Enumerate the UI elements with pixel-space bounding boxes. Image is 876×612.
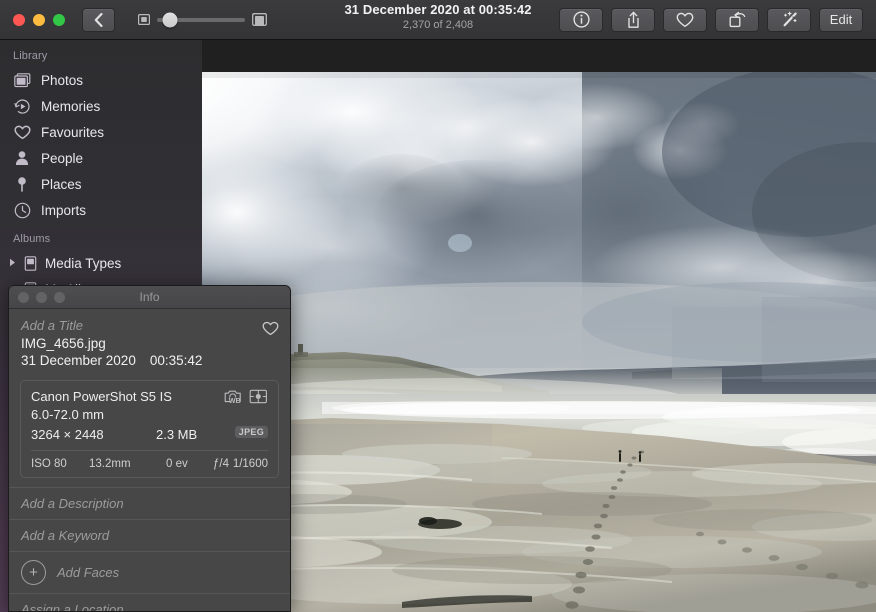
small-thumbnail-icon [138,14,150,25]
filename-label: IMG_4656.jpg [21,336,106,351]
sidebar-item-favourites[interactable]: Favourites [0,119,202,145]
window-controls [13,13,65,26]
minimise-button[interactable] [33,13,45,26]
heart-icon [676,12,694,27]
sidebar-item-photos[interactable]: Photos [0,67,202,93]
zoom-button[interactable] [53,13,65,26]
beach-photograph [202,72,876,612]
white-balance-camera-icon: WB [224,390,241,405]
exif-dimensions-row: 3264 × 2448 2.3 MB JPEG [31,425,268,443]
exposure-metering-icon [249,389,267,404]
photo-image[interactable] [202,72,876,612]
sidebar-item-label: Places [41,176,82,192]
svg-text:WB: WB [229,396,241,405]
info-icon [572,11,590,28]
back-button[interactable] [82,7,115,32]
memories-play-icon [13,97,31,115]
share-icon [627,11,639,28]
title-input[interactable]: Add a Title [21,318,278,333]
add-faces-label: Add Faces [57,565,120,580]
sidebar-item-label: Favourites [41,124,105,140]
auto-enhance-button[interactable] [767,7,811,32]
info-window: Info Add a Title IMG_4656.jpg 31 Decembe… [8,285,291,612]
shutter-speed-value: 1/1600 [232,458,268,470]
edit-button-label: Edit [829,12,853,27]
file-size: 2.3 MB [156,426,198,442]
rotate-icon [729,11,745,28]
info-window-title: Info [139,290,160,304]
sidebar-section-albums: Albums [13,233,51,245]
magic-wand-icon [783,11,797,26]
slider-knob[interactable] [162,12,178,27]
toolbar-actions: Edit [559,7,863,32]
sidebar-item-imports[interactable]: Imports [0,197,202,223]
capture-datetime: 31 December 2020 00:35:42 [21,353,278,368]
favourite-toggle[interactable] [262,321,279,341]
sidebar-item-label: Imports [41,202,87,218]
sidebar-item-label: Memories [41,98,101,114]
share-button[interactable] [611,7,655,32]
capture-time: 00:35:42 [149,353,203,368]
album-icon [21,254,39,272]
sidebar-item-label: Media Types [45,255,122,271]
sidebar-item-places[interactable]: Places [0,171,202,197]
sidebar-section-library: Library [13,50,48,62]
aperture-value: ƒ/4 [213,458,229,470]
rotate-button[interactable] [715,7,759,32]
location-input[interactable]: Assign a Location [9,593,290,611]
map-pin-icon [13,175,31,193]
lens-focal-range: 6.0-72.0 mm [31,407,104,422]
photos-app-window: 31 December 2020 at 00:35:42 2,370 of 2,… [0,0,876,612]
plus-circle-icon: + [21,560,46,585]
info-button[interactable] [559,7,603,32]
keyword-input[interactable]: Add a Keyword [9,519,290,551]
info-header: Add a Title IMG_4656.jpg 31 December 202… [9,309,290,376]
chevron-left-icon [94,12,103,27]
exif-settings-row: ISO 80 13.2mm 0 ev ƒ/4 1/1600 [31,451,268,477]
sidebar-item-label: People [41,150,84,166]
photo-viewer [202,40,876,612]
person-icon [13,149,31,167]
photos-stack-icon [13,71,31,89]
info-window-titlebar[interactable]: Info [9,286,290,309]
exposure-bias-value: 0 ev [166,458,188,470]
format-badge: JPEG [234,426,268,438]
sidebar-item-people[interactable]: People [0,145,202,171]
sidebar-item-media-types[interactable]: Media Types [0,250,202,276]
capture-date: 31 December 2020 [21,353,136,368]
sidebar-item-label: Photos [41,72,84,88]
disclosure-triangle-collapsed-icon[interactable] [9,258,18,269]
heart-icon [13,123,31,141]
add-faces-row[interactable]: + Add Faces [9,551,290,593]
close-button[interactable] [13,13,25,26]
edit-button[interactable]: Edit [819,7,863,32]
focal-length-value: 13.2mm [89,458,131,470]
exif-card: Canon PowerShot S5 IS WB 6.0-72.0 mm 326… [20,380,279,478]
toolbar: 31 December 2020 at 00:35:42 2,370 of 2,… [0,0,876,40]
heart-icon [262,321,279,336]
description-input[interactable]: Add a Description [9,487,290,519]
slider-track[interactable] [157,12,245,27]
image-dimensions: 3264 × 2448 [31,426,104,442]
clock-icon [13,201,31,219]
sidebar-item-memories[interactable]: Memories [0,93,202,119]
favourite-button[interactable] [663,7,707,32]
iso-value: ISO 80 [31,458,67,470]
thumbnail-size-slider[interactable] [138,12,267,27]
exif-icons: WB [224,388,268,405]
large-thumbnail-icon [252,13,267,26]
